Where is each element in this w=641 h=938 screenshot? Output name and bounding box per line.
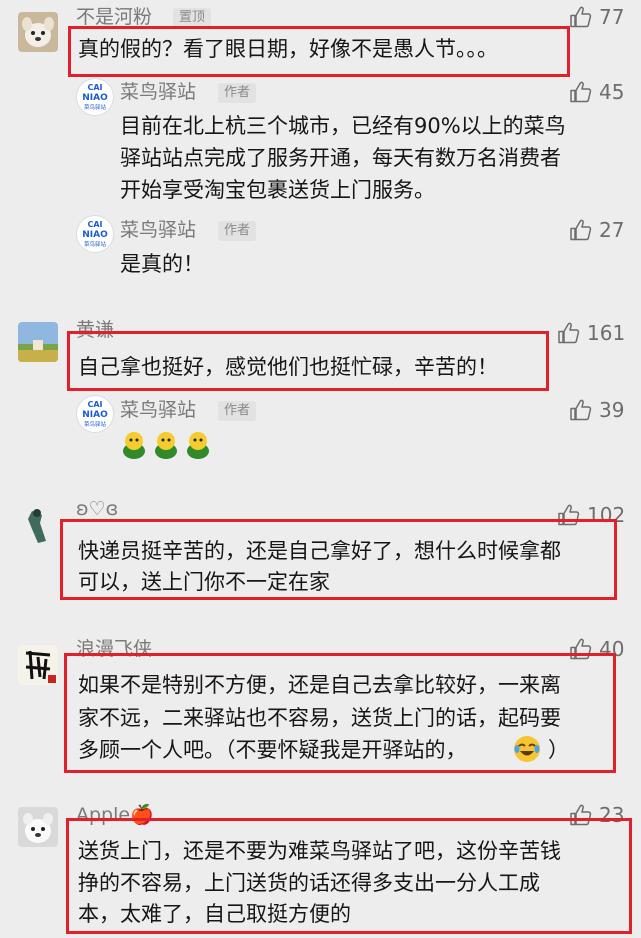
highlight-box (60, 519, 617, 600)
like-count: 161 (587, 321, 626, 345)
highlight-box (67, 331, 549, 391)
avatar-user-calligraphy[interactable] (18, 645, 58, 685)
reply-text-line: 是真的！ (120, 252, 204, 276)
author-tag: 作者 (218, 83, 257, 103)
avatar-user-dog[interactable] (18, 12, 58, 52)
logo-text-cai: CAI (87, 83, 102, 92)
avatar-user-dog-white[interactable] (18, 807, 58, 847)
like-count: 39 (599, 398, 625, 422)
reply-author[interactable]: 菜鸟驿站 (120, 398, 196, 422)
thumbs-up-icon (569, 80, 593, 104)
reply-author[interactable]: 菜鸟驿站 (120, 218, 196, 242)
highlight-box (66, 818, 632, 934)
green-blob-emoji (120, 430, 214, 464)
comment-author[interactable]: ʚ♡ɞ (76, 497, 118, 521)
like-count: 45 (599, 80, 625, 104)
avatar-cainiao[interactable]: CAI NIAO 菜鸟驿站 (76, 215, 114, 253)
avatar-user-landscape[interactable] (18, 322, 58, 362)
highlight-box (64, 653, 616, 773)
reply-text-line: 目前在北上杭三个城市，已经有90%以上的菜鸟 (120, 114, 566, 138)
avatar-user-figure[interactable] (18, 505, 58, 545)
like-button[interactable]: 77 (569, 5, 624, 29)
like-count: 27 (599, 218, 625, 242)
logo-text-niao: NIAO (82, 93, 108, 103)
logo-text-station: 菜鸟驿站 (84, 103, 107, 111)
pinned-tag: 置顶 (173, 8, 212, 28)
svg-text:菜鸟驿站: 菜鸟驿站 (84, 420, 107, 428)
thumbs-up-icon (557, 321, 581, 345)
thumbs-up-icon (569, 398, 593, 422)
svg-text:CAI: CAI (87, 400, 102, 409)
thumbs-up-icon (569, 5, 593, 29)
like-button[interactable]: 161 (557, 321, 625, 345)
svg-text:CAI: CAI (87, 220, 102, 229)
reply-text-line: 驿站站点完成了服务开通，每天有数万名消费者 (120, 146, 561, 170)
reply-author[interactable]: 菜鸟驿站 (120, 80, 196, 104)
svg-text:NIAO: NIAO (82, 230, 108, 240)
author-tag: 作者 (218, 401, 257, 421)
like-button[interactable]: 39 (569, 398, 624, 422)
svg-text:NIAO: NIAO (82, 410, 108, 420)
author-tag: 作者 (218, 221, 257, 241)
svg-text:菜鸟驿站: 菜鸟驿站 (84, 240, 107, 248)
reply-text-line: 开始享受淘宝包裹送货上门服务。 (120, 178, 435, 202)
like-count: 77 (599, 5, 625, 29)
avatar-cainiao[interactable]: CAI NIAO 菜鸟驿站 (76, 395, 114, 433)
highlight-box (68, 26, 570, 77)
like-button[interactable]: 45 (569, 80, 624, 104)
like-button[interactable]: 27 (569, 218, 624, 242)
thumbs-up-icon (569, 218, 593, 242)
avatar-cainiao[interactable]: CAI NIAO 菜鸟驿站 (76, 78, 114, 116)
